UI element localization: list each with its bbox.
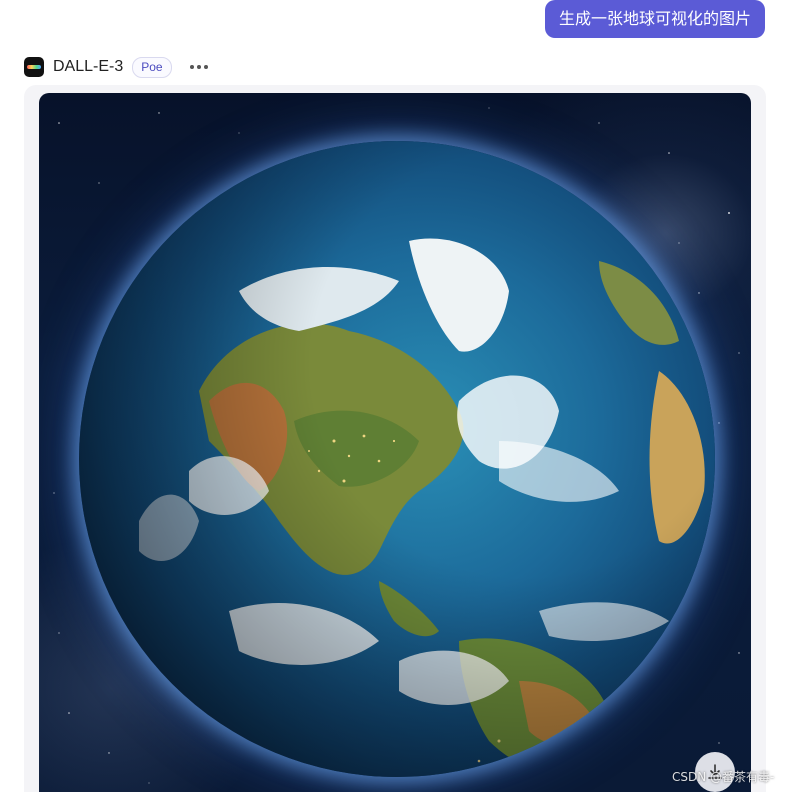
logo-stripe xyxy=(27,65,41,69)
bot-name[interactable]: DALL-E-3 xyxy=(53,58,123,76)
csdn-watermark: CSDN @番茶有毒- xyxy=(672,770,775,784)
more-dot xyxy=(189,65,194,69)
more-dot xyxy=(196,65,201,69)
generated-earth-image[interactable] xyxy=(39,93,751,792)
earth-shadow xyxy=(79,141,715,777)
dalle-logo-icon[interactable] xyxy=(24,57,44,77)
more-dot xyxy=(203,65,208,69)
earth-globe xyxy=(79,141,715,777)
poe-badge: Poe xyxy=(132,56,172,78)
more-horizontal-icon[interactable] xyxy=(189,57,208,77)
bot-header: DALL-E-3 Poe xyxy=(24,55,208,79)
user-prompt-bubble: 生成一张地球可视化的图片 xyxy=(544,0,765,38)
chat-page: 生成一张地球可视化的图片 DALL-E-3 Poe CSDN @番茶有毒- xyxy=(0,0,797,792)
